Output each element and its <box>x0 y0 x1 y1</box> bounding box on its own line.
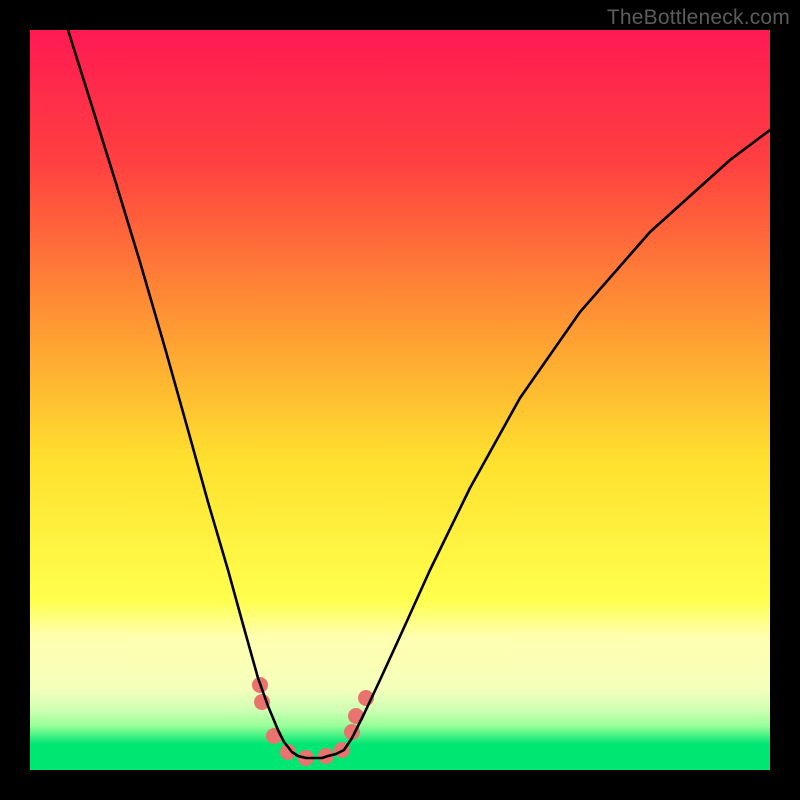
watermark-text: TheBottleneck.com <box>607 6 790 30</box>
chart-background <box>30 30 770 770</box>
chart-svg <box>30 30 770 770</box>
chart-frame <box>30 30 770 770</box>
